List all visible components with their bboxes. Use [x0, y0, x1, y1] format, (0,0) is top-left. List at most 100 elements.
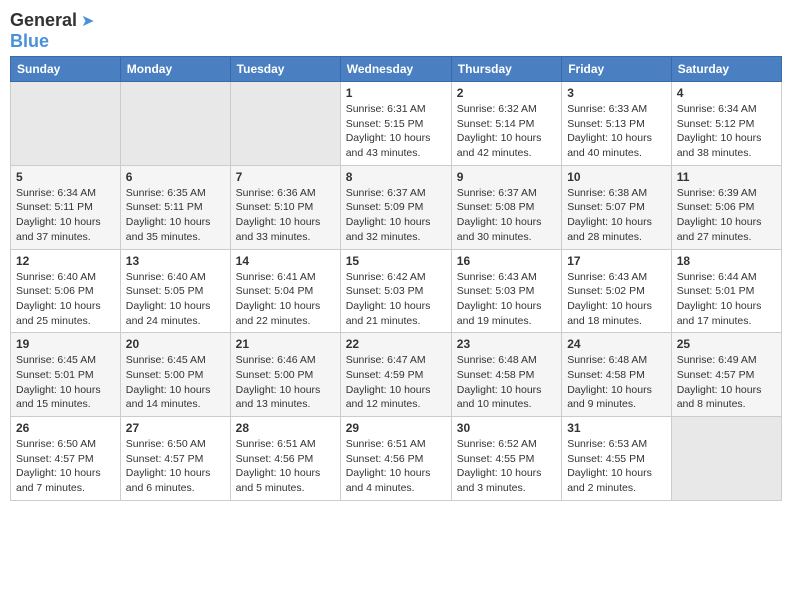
sunset-text: Sunset: 5:13 PM — [567, 117, 666, 132]
day-number: 17 — [567, 254, 666, 268]
sunset-text: Sunset: 5:03 PM — [346, 284, 446, 299]
daylight-text: Daylight: 10 hours and 18 minutes. — [567, 299, 666, 328]
daylight-text: Daylight: 10 hours and 40 minutes. — [567, 131, 666, 160]
sunset-text: Sunset: 5:05 PM — [126, 284, 225, 299]
calendar-cell: 17Sunrise: 6:43 AMSunset: 5:02 PMDayligh… — [562, 249, 672, 333]
calendar-cell: 7Sunrise: 6:36 AMSunset: 5:10 PMDaylight… — [230, 165, 340, 249]
calendar-cell: 27Sunrise: 6:50 AMSunset: 4:57 PMDayligh… — [120, 417, 230, 501]
sunrise-text: Sunrise: 6:45 AM — [126, 353, 225, 368]
calendar-cell: 22Sunrise: 6:47 AMSunset: 4:59 PMDayligh… — [340, 333, 451, 417]
calendar-cell: 9Sunrise: 6:37 AMSunset: 5:08 PMDaylight… — [451, 165, 561, 249]
day-info: Sunrise: 6:44 AMSunset: 5:01 PMDaylight:… — [677, 270, 776, 329]
sunrise-text: Sunrise: 6:37 AM — [457, 186, 556, 201]
day-number: 20 — [126, 337, 225, 351]
daylight-text: Daylight: 10 hours and 19 minutes. — [457, 299, 556, 328]
calendar-cell — [230, 82, 340, 166]
daylight-text: Daylight: 10 hours and 14 minutes. — [126, 383, 225, 412]
day-info: Sunrise: 6:48 AMSunset: 4:58 PMDaylight:… — [457, 353, 556, 412]
sunset-text: Sunset: 5:06 PM — [16, 284, 115, 299]
calendar-cell: 25Sunrise: 6:49 AMSunset: 4:57 PMDayligh… — [671, 333, 781, 417]
sunset-text: Sunset: 5:06 PM — [677, 200, 776, 215]
day-info: Sunrise: 6:34 AMSunset: 5:11 PMDaylight:… — [16, 186, 115, 245]
weekday-header-saturday: Saturday — [671, 57, 781, 82]
calendar-cell: 6Sunrise: 6:35 AMSunset: 5:11 PMDaylight… — [120, 165, 230, 249]
daylight-text: Daylight: 10 hours and 38 minutes. — [677, 131, 776, 160]
daylight-text: Daylight: 10 hours and 42 minutes. — [457, 131, 556, 160]
calendar-header: SundayMondayTuesdayWednesdayThursdayFrid… — [11, 57, 782, 82]
day-number: 6 — [126, 170, 225, 184]
sunset-text: Sunset: 5:15 PM — [346, 117, 446, 132]
day-info: Sunrise: 6:38 AMSunset: 5:07 PMDaylight:… — [567, 186, 666, 245]
daylight-text: Daylight: 10 hours and 4 minutes. — [346, 466, 446, 495]
day-info: Sunrise: 6:53 AMSunset: 4:55 PMDaylight:… — [567, 437, 666, 496]
calendar-cell: 31 Sunrise: 6:53 AMSunset: 4:55 PMDayligh… — [562, 417, 672, 501]
sunset-text: Sunset: 5:00 PM — [126, 368, 225, 383]
logo-blue-text: Blue — [10, 31, 49, 52]
day-number: 21 — [236, 337, 335, 351]
sunrise-text: Sunrise: 6:45 AM — [16, 353, 115, 368]
day-info: Sunrise: 6:32 AMSunset: 5:14 PMDaylight:… — [457, 102, 556, 161]
sunrise-text: Sunrise: 6:51 AM — [346, 437, 446, 452]
day-number: 26 — [16, 421, 115, 435]
sunset-text: Sunset: 4:55 PM — [457, 452, 556, 467]
calendar-cell: 21Sunrise: 6:46 AMSunset: 5:00 PMDayligh… — [230, 333, 340, 417]
calendar-cell: 1Sunrise: 6:31 AMSunset: 5:15 PMDaylight… — [340, 82, 451, 166]
day-info: Sunrise: 6:49 AMSunset: 4:57 PMDaylight:… — [677, 353, 776, 412]
day-info: Sunrise: 6:50 AMSunset: 4:57 PMDaylight:… — [126, 437, 225, 496]
sunrise-text: Sunrise: 6:50 AM — [126, 437, 225, 452]
sunrise-text: Sunrise: 6:53 AM — [567, 437, 666, 452]
weekday-header-row: SundayMondayTuesdayWednesdayThursdayFrid… — [11, 57, 782, 82]
sunset-text: Sunset: 5:11 PM — [16, 200, 115, 215]
sunset-text: Sunset: 5:11 PM — [126, 200, 225, 215]
day-number: 28 — [236, 421, 335, 435]
day-info: Sunrise: 6:51 AMSunset: 4:56 PMDaylight:… — [236, 437, 335, 496]
daylight-text: Daylight: 10 hours and 32 minutes. — [346, 215, 446, 244]
day-number: 16 — [457, 254, 556, 268]
day-number: 1 — [346, 86, 446, 100]
day-number: 29 — [346, 421, 446, 435]
sunrise-text: Sunrise: 6:52 AM — [457, 437, 556, 452]
day-info: Sunrise: 6:43 AMSunset: 5:03 PMDaylight:… — [457, 270, 556, 329]
weekday-header-wednesday: Wednesday — [340, 57, 451, 82]
daylight-text: Daylight: 10 hours and 37 minutes. — [16, 215, 115, 244]
daylight-text: Daylight: 10 hours and 8 minutes. — [677, 383, 776, 412]
logo-bird-icon: ➤ — [81, 11, 94, 31]
sunrise-text: Sunrise: 6:37 AM — [346, 186, 446, 201]
day-number: 14 — [236, 254, 335, 268]
calendar-week-row: 12Sunrise: 6:40 AMSunset: 5:06 PMDayligh… — [11, 249, 782, 333]
day-number: 7 — [236, 170, 335, 184]
calendar-cell: 4Sunrise: 6:34 AMSunset: 5:12 PMDaylight… — [671, 82, 781, 166]
sunrise-text: Sunrise: 6:35 AM — [126, 186, 225, 201]
day-number: 15 — [346, 254, 446, 268]
sunrise-text: Sunrise: 6:39 AM — [677, 186, 776, 201]
day-number: 31 — [567, 421, 666, 435]
daylight-text: Daylight: 10 hours and 28 minutes. — [567, 215, 666, 244]
daylight-text: Daylight: 10 hours and 3 minutes. — [457, 466, 556, 495]
daylight-text: Daylight: 10 hours and 21 minutes. — [346, 299, 446, 328]
sunrise-text: Sunrise: 6:50 AM — [16, 437, 115, 452]
day-number: 2 — [457, 86, 556, 100]
calendar-cell — [671, 417, 781, 501]
sunrise-text: Sunrise: 6:41 AM — [236, 270, 335, 285]
sunset-text: Sunset: 5:04 PM — [236, 284, 335, 299]
day-number: 30 — [457, 421, 556, 435]
daylight-text: Daylight: 10 hours and 30 minutes. — [457, 215, 556, 244]
calendar-week-row: 19Sunrise: 6:45 AMSunset: 5:01 PMDayligh… — [11, 333, 782, 417]
calendar-cell: 10Sunrise: 6:38 AMSunset: 5:07 PMDayligh… — [562, 165, 672, 249]
sunset-text: Sunset: 4:57 PM — [16, 452, 115, 467]
day-info: Sunrise: 6:40 AMSunset: 5:05 PMDaylight:… — [126, 270, 225, 329]
weekday-header-monday: Monday — [120, 57, 230, 82]
sunset-text: Sunset: 5:12 PM — [677, 117, 776, 132]
daylight-text: Daylight: 10 hours and 33 minutes. — [236, 215, 335, 244]
daylight-text: Daylight: 10 hours and 10 minutes. — [457, 383, 556, 412]
sunrise-text: Sunrise: 6:33 AM — [567, 102, 666, 117]
sunset-text: Sunset: 5:09 PM — [346, 200, 446, 215]
sunrise-text: Sunrise: 6:31 AM — [346, 102, 446, 117]
day-number: 9 — [457, 170, 556, 184]
sunrise-text: Sunrise: 6:48 AM — [457, 353, 556, 368]
calendar-cell: 30 Sunrise: 6:52 AMSunset: 4:55 PMDayligh… — [451, 417, 561, 501]
sunset-text: Sunset: 4:55 PM — [567, 452, 666, 467]
daylight-text: Daylight: 10 hours and 7 minutes. — [16, 466, 115, 495]
calendar-body: 1 Sunrise: 6:31 AMSunset: 5:15 PM Daylight… — [11, 82, 782, 501]
day-number: 24 — [567, 337, 666, 351]
